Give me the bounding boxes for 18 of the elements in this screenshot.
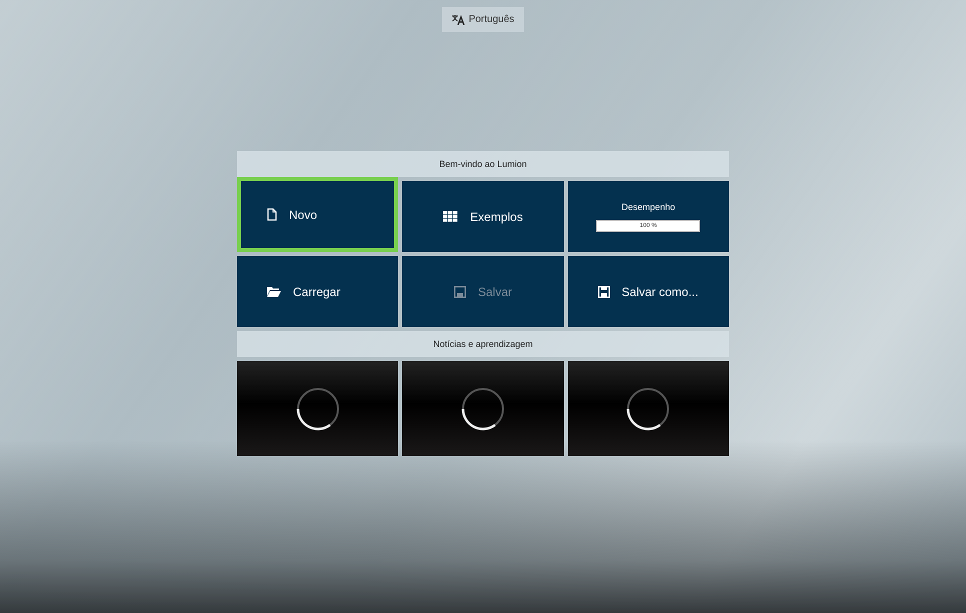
translate-icon xyxy=(452,14,465,25)
grid-icon xyxy=(443,211,458,222)
language-button[interactable]: Português xyxy=(442,7,524,32)
section-header: Bem-vindo ao Lumion xyxy=(237,151,729,177)
loading-spinner-icon xyxy=(294,386,341,432)
news-tile[interactable] xyxy=(568,361,729,456)
menu-tile[interactable]: Salvar como... xyxy=(568,256,729,327)
menu-tile[interactable]: Novo xyxy=(237,177,398,252)
loading-spinner-icon xyxy=(625,386,672,432)
menu-tile[interactable]: Exemplos xyxy=(402,181,564,252)
menu-tile[interactable]: Carregar xyxy=(237,256,398,327)
news-tile[interactable] xyxy=(402,361,564,456)
performance-label: Desempenho xyxy=(622,202,676,212)
folder-icon xyxy=(267,286,281,297)
section-header: Notícias e aprendizagem xyxy=(237,331,729,357)
loading-spinner-icon xyxy=(460,386,506,432)
news-tile[interactable] xyxy=(237,361,398,456)
file-icon xyxy=(267,208,277,221)
